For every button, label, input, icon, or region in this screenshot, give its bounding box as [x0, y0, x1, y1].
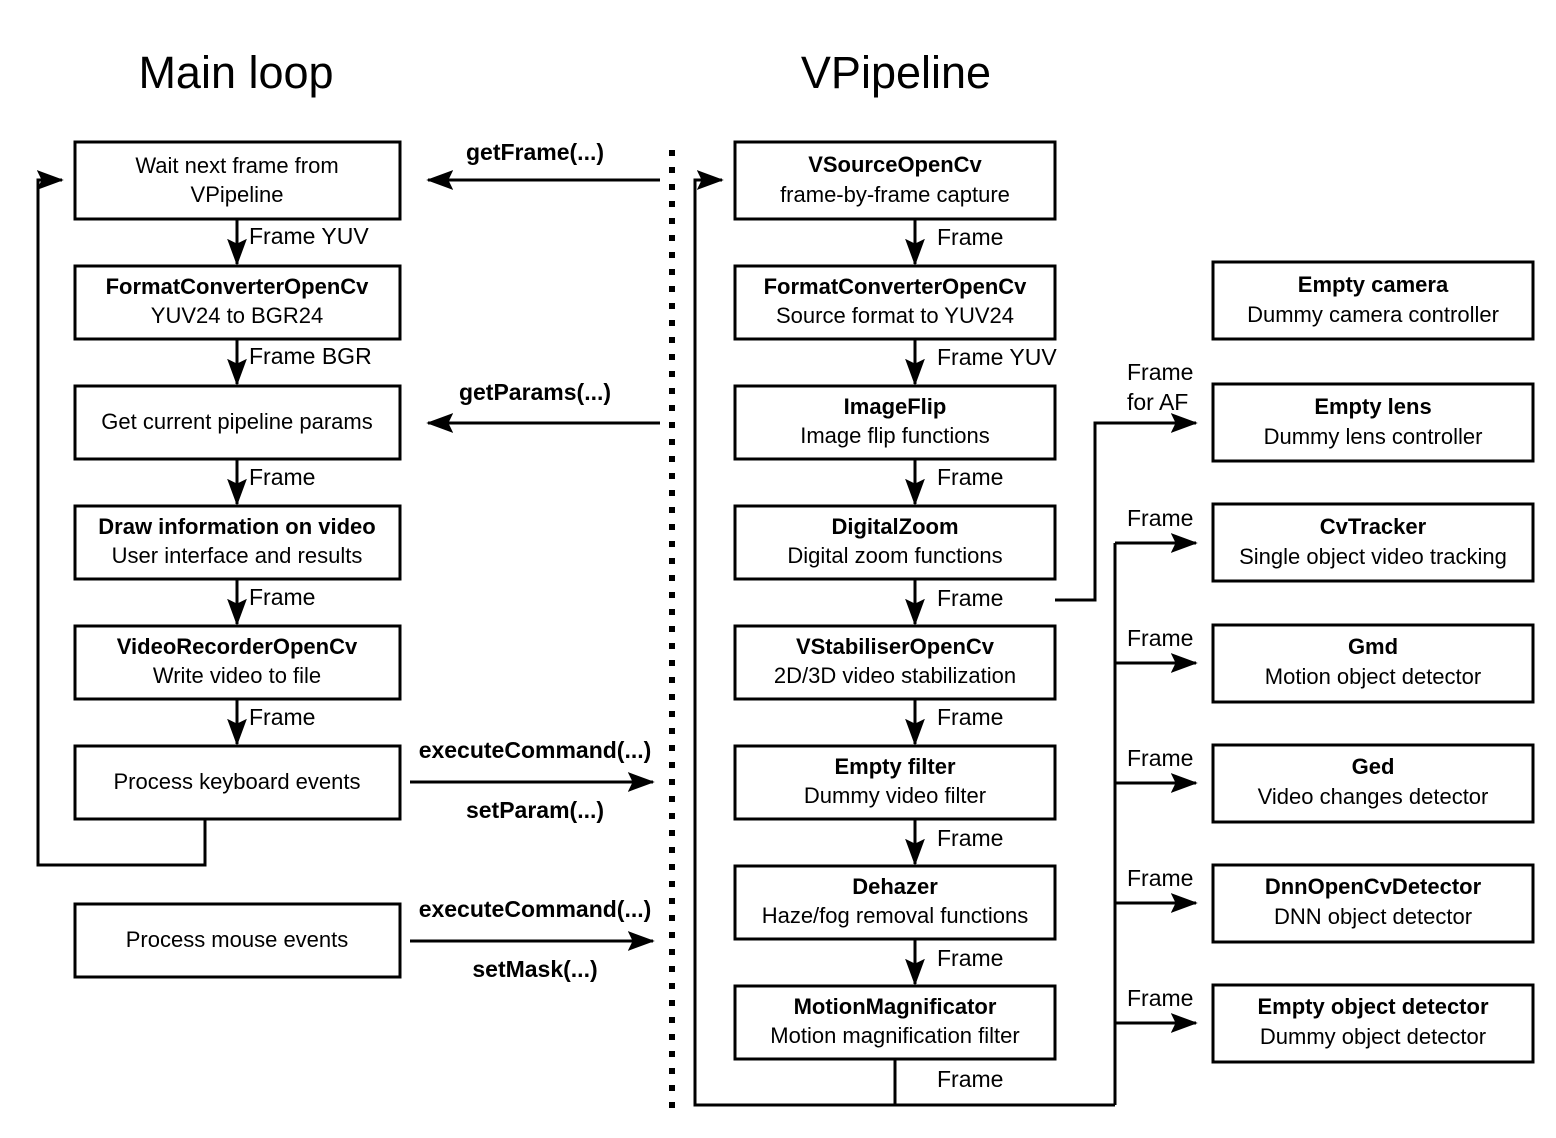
pipeline-box-vstabiliser-opencv-sub: 2D/3D video stabilization — [774, 663, 1016, 688]
api-label-get-frame: getFrame(...) — [466, 139, 604, 165]
pipeline-architecture-diagram: Main loop VPipeline Wait next frame from… — [36, 47, 1535, 1108]
pipeline-box-format-converter-title: FormatConverterOpenCv — [764, 274, 1028, 299]
pipeline-box-empty-filter: Empty filter Dummy video filter — [733, 744, 1057, 821]
main-loop-box-draw-info-title: Draw information on video — [98, 514, 375, 539]
main-loop-box-format-converter-sub: YUV24 to BGR24 — [151, 303, 323, 328]
pipeline-box-vstabiliser-opencv: VStabiliserOpenCv 2D/3D video stabilizat… — [733, 624, 1057, 701]
main-loop-box-wait-next-frame: Wait next frame from VPipeline — [73, 140, 402, 221]
module-box-ged: Ged Video changes detector — [1211, 743, 1535, 824]
module-box-empty-lens: Empty lens Dummy lens controller — [1211, 382, 1535, 463]
main-loop-box-wait-next-frame-line2: VPipeline — [191, 182, 284, 207]
main-loop-box-video-recorder: VideoRecorderOpenCv Write video to file — [73, 624, 402, 701]
branch-label-cvtracker: Frame — [1127, 505, 1193, 531]
pipeline-box-vsource-opencv-sub: frame-by-frame capture — [780, 182, 1010, 207]
module-box-empty-camera: Empty camera Dummy camera controller — [1211, 260, 1535, 341]
pipeline-box-digital-zoom-title: DigitalZoom — [831, 514, 958, 539]
pipeline-box-image-flip-sub: Image flip functions — [800, 423, 990, 448]
pipeline-edge-label-4: Frame — [937, 585, 1003, 611]
pipeline-edge-label-7: Frame — [937, 945, 1003, 971]
pipeline-box-empty-filter-sub: Dummy video filter — [804, 783, 986, 808]
pipeline-edge-label-8: Frame — [937, 1066, 1003, 1092]
module-box-empty-camera-sub: Dummy camera controller — [1247, 302, 1499, 327]
pipeline-box-empty-filter-title: Empty filter — [834, 754, 955, 779]
module-box-empty-lens-sub: Dummy lens controller — [1264, 424, 1483, 449]
pipeline-box-dehazer-sub: Haze/fog removal functions — [762, 903, 1029, 928]
pipeline-box-digital-zoom: DigitalZoom Digital zoom functions — [733, 504, 1057, 581]
main-loop-box-get-params-label: Get current pipeline params — [101, 409, 372, 434]
pipeline-box-dehazer: Dehazer Haze/fog removal functions — [733, 864, 1057, 941]
api-label-set-param: setParam(...) — [466, 797, 604, 823]
pipeline-box-motion-magnificator-sub: Motion magnification filter — [770, 1023, 1019, 1048]
main-loop-box-wait-next-frame-line1: Wait next frame from — [135, 153, 338, 178]
main-loop-box-draw-info: Draw information on video User interface… — [73, 504, 402, 581]
main-loop-box-process-keyboard: Process keyboard events — [73, 744, 402, 821]
main-loop-box-process-mouse: Process mouse events — [73, 902, 402, 979]
column-title-main-loop: Main loop — [138, 47, 333, 98]
pipeline-box-motion-magnificator-title: MotionMagnificator — [794, 994, 997, 1019]
module-box-cvtracker-sub: Single object video tracking — [1239, 544, 1507, 569]
module-box-empty-camera-title: Empty camera — [1298, 272, 1449, 297]
main-loop-edge-label-5: Frame — [249, 704, 315, 730]
pipeline-box-image-flip-title: ImageFlip — [844, 394, 947, 419]
pipeline-edge-label-5: Frame — [937, 704, 1003, 730]
module-box-ged-sub: Video changes detector — [1258, 784, 1489, 809]
branch-label-frame-for-af-line2: for AF — [1127, 389, 1188, 415]
main-loop-box-format-converter-title: FormatConverterOpenCv — [106, 274, 370, 299]
module-box-empty-object-detector-title: Empty object detector — [1257, 994, 1488, 1019]
module-box-gmd-sub: Motion object detector — [1265, 664, 1481, 689]
branch-label-dnn-detector: Frame — [1127, 865, 1193, 891]
module-box-cvtracker-title: CvTracker — [1320, 514, 1427, 539]
pipeline-edge-label-1: Frame — [937, 224, 1003, 250]
module-box-empty-lens-title: Empty lens — [1314, 394, 1431, 419]
branch-label-ged: Frame — [1127, 745, 1193, 771]
pipeline-box-format-converter: FormatConverterOpenCv Source format to Y… — [733, 264, 1057, 341]
column-title-vpipeline: VPipeline — [801, 47, 991, 98]
main-loop-edge-label-frame-yuv: Frame YUV — [249, 223, 369, 249]
module-box-dnn-opencv-detector: DnnOpenCvDetector DNN object detector — [1211, 863, 1535, 944]
module-box-ged-title: Ged — [1352, 754, 1395, 779]
main-loop-box-format-converter: FormatConverterOpenCv YUV24 to BGR24 — [73, 264, 402, 341]
pipeline-box-format-converter-sub: Source format to YUV24 — [776, 303, 1014, 328]
pipeline-edge-label-2: Frame YUV — [937, 344, 1057, 370]
pipeline-box-vstabiliser-opencv-title: VStabiliserOpenCv — [796, 634, 995, 659]
module-box-cvtracker: CvTracker Single object video tracking — [1211, 502, 1535, 583]
pipeline-box-digital-zoom-sub: Digital zoom functions — [787, 543, 1002, 568]
branch-label-frame-for-af-line1: Frame — [1127, 359, 1193, 385]
main-loop-edge-label-3: Frame — [249, 464, 315, 490]
main-loop-edge-label-4: Frame — [249, 584, 315, 610]
main-loop-box-video-recorder-sub: Write video to file — [153, 663, 321, 688]
main-loop-box-get-params: Get current pipeline params — [73, 384, 402, 461]
module-box-gmd-title: Gmd — [1348, 634, 1398, 659]
api-label-execute-command-mouse: executeCommand(...) — [419, 896, 652, 922]
main-loop-edge-label-frame-bgr: Frame BGR — [249, 343, 372, 369]
module-box-empty-object-detector: Empty object detector Dummy object detec… — [1211, 983, 1535, 1064]
main-loop-box-process-keyboard-label: Process keyboard events — [113, 769, 360, 794]
diagram-root: Main loop VPipeline Wait next frame from… — [0, 0, 1556, 1138]
branch-label-empty-object-detector: Frame — [1127, 985, 1193, 1011]
api-label-execute-command-keyboard: executeCommand(...) — [419, 737, 652, 763]
pipeline-box-image-flip: ImageFlip Image flip functions — [733, 384, 1057, 461]
pipeline-box-dehazer-title: Dehazer — [852, 874, 938, 899]
api-label-set-mask: setMask(...) — [472, 956, 597, 982]
main-loop-box-video-recorder-title: VideoRecorderOpenCv — [117, 634, 358, 659]
main-loop-box-draw-info-sub: User interface and results — [112, 543, 363, 568]
module-box-dnn-opencv-detector-sub: DNN object detector — [1274, 904, 1472, 929]
api-label-get-params: getParams(...) — [459, 379, 611, 405]
pipeline-edge-label-6: Frame — [937, 825, 1003, 851]
module-box-gmd: Gmd Motion object detector — [1211, 623, 1535, 704]
module-box-empty-object-detector-sub: Dummy object detector — [1260, 1024, 1486, 1049]
pipeline-edge-label-3: Frame — [937, 464, 1003, 490]
pipeline-box-vsource-opencv-title: VSourceOpenCv — [808, 152, 982, 177]
pipeline-box-vsource-opencv: VSourceOpenCv frame-by-frame capture — [733, 140, 1057, 221]
main-loop-box-process-mouse-label: Process mouse events — [126, 927, 349, 952]
module-box-dnn-opencv-detector-title: DnnOpenCvDetector — [1265, 874, 1482, 899]
branch-label-gmd: Frame — [1127, 625, 1193, 651]
pipeline-box-motion-magnificator: MotionMagnificator Motion magnification … — [733, 984, 1057, 1061]
